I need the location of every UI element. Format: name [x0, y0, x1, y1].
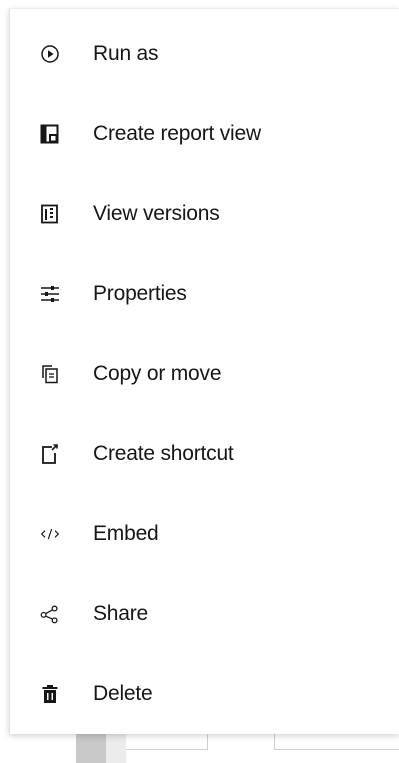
shortcut-icon: [40, 444, 60, 464]
menu-item-label: Copy or move: [93, 362, 222, 385]
menu-item-create-shortcut[interactable]: Create shortcut: [10, 414, 399, 494]
menu-item-embed[interactable]: Embed: [10, 494, 399, 574]
menu-item-copy-or-move[interactable]: Copy or move: [10, 334, 399, 414]
sliders-icon: [40, 284, 60, 304]
code-icon: [40, 524, 60, 544]
page: Run as Create report view View versions …: [0, 0, 399, 763]
background-light-block: [106, 734, 126, 763]
versions-icon: [40, 204, 60, 224]
background-tab-outline: [274, 734, 399, 750]
menu-item-delete[interactable]: Delete: [10, 654, 399, 734]
menu-item-label: View versions: [93, 202, 220, 225]
menu-item-label: Properties: [93, 282, 187, 305]
overflow-menu: Run as Create report view View versions …: [9, 8, 399, 734]
menu-item-share[interactable]: Share: [10, 574, 399, 654]
copy-icon: [40, 364, 60, 384]
report-view-icon: [40, 124, 60, 144]
trash-icon: [40, 684, 60, 704]
menu-item-label: Run as: [93, 42, 159, 65]
share-icon: [40, 604, 60, 624]
background-tab-outline: [126, 734, 208, 750]
menu-item-label: Embed: [93, 522, 159, 545]
menu-item-label: Delete: [93, 682, 153, 705]
menu-item-label: Create shortcut: [93, 442, 234, 465]
menu-item-label: Create report view: [93, 122, 261, 145]
menu-item-create-report-view[interactable]: Create report view: [10, 94, 399, 174]
menu-item-view-versions[interactable]: View versions: [10, 174, 399, 254]
menu-item-run-as[interactable]: Run as: [10, 14, 399, 94]
menu-item-label: Share: [93, 602, 149, 625]
play-circle-icon: [40, 44, 60, 64]
menu-item-properties[interactable]: Properties: [10, 254, 399, 334]
background-gray-block: [76, 734, 106, 763]
